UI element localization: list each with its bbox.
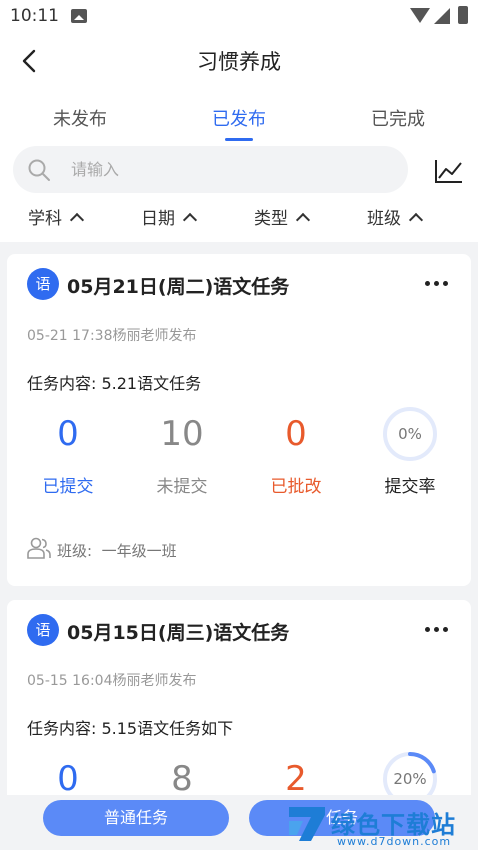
- reviewed-count[interactable]: 2: [246, 759, 346, 799]
- unsubmitted-label: 未提交: [156, 477, 208, 497]
- tab-unpublished[interactable]: 未发布: [15, 105, 145, 131]
- task-content: 任务内容: 5.15语文任务如下: [27, 719, 234, 738]
- watermark-url: www.d7down.com: [337, 835, 452, 848]
- chevron-up-icon: [295, 212, 311, 227]
- chevron-up-icon: [69, 212, 85, 227]
- more-options-icon[interactable]: [425, 281, 449, 287]
- battery-icon: [458, 6, 468, 24]
- class-info: 班级: 一年级一班: [57, 540, 177, 561]
- status-bar: 10:11: [0, 0, 478, 32]
- chevron-up-icon: [408, 212, 424, 227]
- tab-published[interactable]: 已发布: [174, 105, 304, 131]
- filter-type-label: 类型: [254, 209, 288, 229]
- signal-icon: [434, 8, 450, 24]
- submitted-label: 已提交: [42, 477, 94, 497]
- filter-class[interactable]: 班级: [367, 204, 424, 229]
- line-chart-icon[interactable]: [434, 158, 464, 184]
- filter-date-label: 日期: [141, 209, 175, 229]
- filter-type[interactable]: 类型: [254, 204, 311, 229]
- filter-class-label: 班级: [367, 209, 401, 229]
- task-meta: 05-15 16:04杨丽老师发布: [27, 673, 197, 689]
- unsubmitted-count[interactable]: 8: [132, 759, 232, 799]
- reviewed-count[interactable]: 0: [246, 414, 346, 454]
- normal-task-button[interactable]: 普通任务: [43, 800, 229, 836]
- filter-date[interactable]: 日期: [141, 204, 198, 229]
- submitted-count[interactable]: 0: [18, 759, 118, 799]
- image-notification-icon: [71, 9, 87, 23]
- search-icon: [28, 159, 50, 181]
- task-meta: 05-21 17:38杨丽老师发布: [27, 328, 197, 344]
- unsubmitted-count[interactable]: 10: [132, 414, 232, 454]
- search-input[interactable]: [71, 146, 391, 193]
- submission-rate-label: 提交率: [384, 477, 436, 497]
- submitted-count[interactable]: 0: [18, 414, 118, 454]
- more-options-icon[interactable]: [425, 627, 449, 633]
- wifi-icon: [410, 8, 430, 23]
- submission-rate-value: 0%: [398, 425, 422, 443]
- search-bar[interactable]: [13, 146, 408, 193]
- task-card[interactable]: 语 05月21日(周二)语文任务 05-21 17:38杨丽老师发布 任务内容:…: [7, 254, 471, 586]
- chevron-up-icon: [182, 212, 198, 227]
- tab-completed[interactable]: 已完成: [333, 105, 463, 131]
- task-title: 05月21日(周二)语文任务: [67, 276, 290, 298]
- class-label: 班级:: [57, 542, 93, 560]
- task-title: 05月15日(周三)语文任务: [67, 622, 290, 644]
- filter-subject[interactable]: 学科: [28, 204, 85, 229]
- active-tab-indicator: [225, 138, 253, 141]
- filter-subject-label: 学科: [28, 209, 62, 229]
- reviewed-label: 已批改: [270, 477, 322, 497]
- watermark: 绿色下载站 www.d7down.com: [285, 805, 475, 848]
- subject-badge: 语: [27, 268, 59, 300]
- submission-rate-value: 20%: [393, 770, 427, 788]
- class-name: 一年级一班: [101, 542, 177, 560]
- watermark-logo-icon: [289, 807, 325, 841]
- status-time: 10:11: [10, 6, 59, 26]
- users-icon: [27, 537, 51, 559]
- subject-badge: 语: [27, 614, 59, 646]
- page-title: 习惯养成: [197, 50, 281, 74]
- task-content: 任务内容: 5.21语文任务: [27, 374, 202, 393]
